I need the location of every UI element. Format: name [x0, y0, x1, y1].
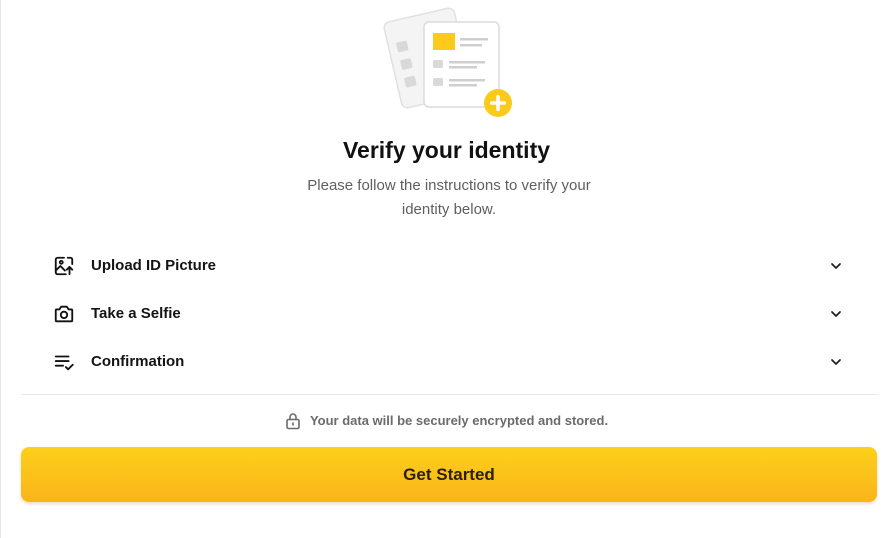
step-label: Upload ID Picture [91, 257, 217, 274]
section-divider [21, 394, 878, 395]
document-illustration-icon [380, 0, 520, 120]
security-note-text: Your data will be securely encrypted and… [309, 413, 609, 428]
lock-icon [285, 412, 301, 430]
step-take-a-selfie[interactable]: Take a Selfie [44, 290, 854, 338]
checklist-icon [52, 350, 76, 374]
page-subtitle: Please follow the instructions to verify… [307, 177, 591, 218]
image-upload-icon [52, 254, 76, 278]
security-note: Your data will be securely encrypted and… [0, 411, 893, 431]
verification-steps-list: Upload ID Picture Take a Selfie Confirma… [44, 242, 854, 386]
verify-identity-page: Verify your identity Please follow the i… [0, 0, 893, 538]
step-label: Take a Selfie [91, 305, 181, 322]
step-label: Confirmation [91, 353, 185, 370]
step-upload-id-picture[interactable]: Upload ID Picture [44, 242, 854, 290]
step-confirmation[interactable]: Confirmation [44, 338, 854, 386]
chevron-down-icon[interactable] [828, 258, 844, 274]
chevron-down-icon[interactable] [828, 306, 844, 322]
left-edge-border [0, 0, 1, 538]
camera-icon [52, 302, 76, 326]
page-title: Verify your identity [342, 137, 551, 163]
chevron-down-icon[interactable] [828, 354, 844, 370]
get-started-button[interactable]: Get Started [21, 447, 877, 502]
